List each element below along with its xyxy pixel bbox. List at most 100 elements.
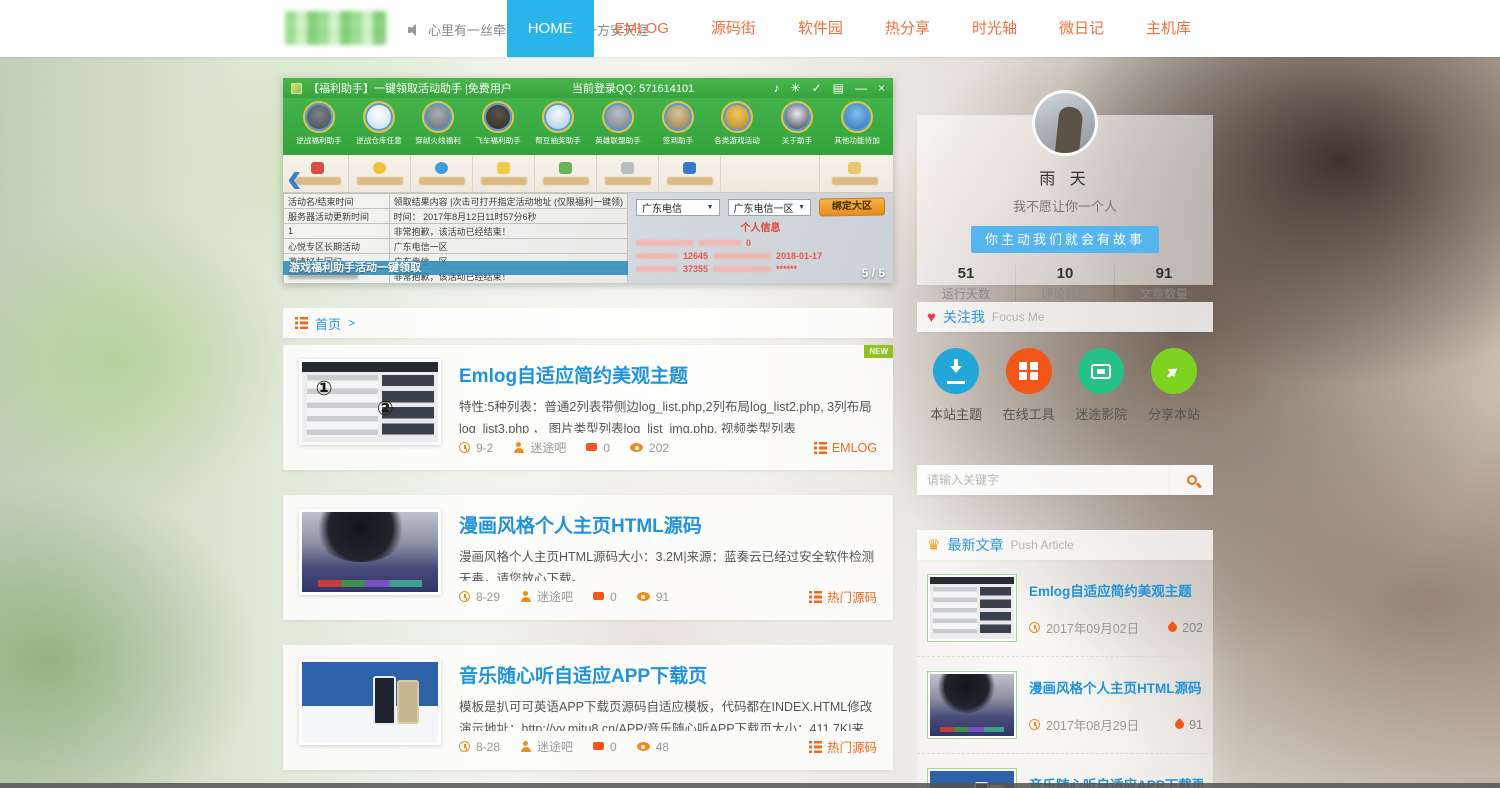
views-icon xyxy=(637,592,650,601)
contacts-icon[interactable]: ▤ xyxy=(833,79,844,97)
article-card: NEW ① ② Emlog自适应简约美观主题 特性:5种列表：普通2列表带侧边l… xyxy=(283,345,893,470)
tab-icon xyxy=(497,162,510,174)
blurred-label xyxy=(636,266,678,272)
views-icon xyxy=(637,742,650,751)
nav-item-hot-share[interactable]: 热分享 xyxy=(864,0,951,57)
nav-item-diary[interactable]: 微日记 xyxy=(1038,0,1125,57)
article-author[interactable]: 迷途吧 xyxy=(537,738,573,755)
flame-icon xyxy=(1173,718,1186,731)
app-tab-4[interactable] xyxy=(473,155,535,192)
screen-icon xyxy=(1091,364,1111,379)
article-thumbnail[interactable] xyxy=(299,509,441,595)
profile-contact-button[interactable]: 你主动我们就会有故事 xyxy=(971,226,1159,253)
article-thumbnail[interactable] xyxy=(299,659,441,745)
article-category-link[interactable]: EMLOG xyxy=(814,441,877,455)
share-site-button[interactable]: 分享本站 xyxy=(1141,348,1207,423)
blurred-label xyxy=(636,253,678,259)
nav-item-host[interactable]: 主机库 xyxy=(1125,0,1212,57)
article-author[interactable]: 迷途吧 xyxy=(530,439,566,456)
comment-count[interactable]: 0 xyxy=(610,590,617,604)
app-tab-6[interactable] xyxy=(597,155,659,192)
app-download-thumbnail-image xyxy=(302,662,438,742)
comment-count[interactable]: 0 xyxy=(610,740,617,754)
article-author[interactable]: 迷途吧 xyxy=(537,588,573,605)
feature-cf-welfare[interactable]: 穿越火线福利 xyxy=(410,101,466,155)
download-icon xyxy=(947,359,965,384)
comment-icon xyxy=(593,592,604,600)
article-date: 8-29 xyxy=(476,590,500,604)
nav-item-emlog[interactable]: EMLOG xyxy=(594,0,690,57)
avatar[interactable] xyxy=(1032,90,1098,156)
focus-icons-row: 本站主题 在线工具 迷途影院 分享本站 xyxy=(917,332,1213,423)
nav-item-home[interactable]: HOME xyxy=(507,0,594,57)
app-tab-7[interactable] xyxy=(659,155,721,192)
article-date: 8-28 xyxy=(476,740,500,754)
article-title[interactable]: 音乐随心听自适应APP下载页 xyxy=(459,661,877,688)
profile-name: 雨 天 xyxy=(917,165,1213,189)
main-nav: HOME EMLOG 源码街 软件园 热分享 时光轴 微日记 主机库 xyxy=(507,0,1212,57)
minimize-icon[interactable]: — xyxy=(855,79,867,97)
user-check-icon[interactable]: ✓ xyxy=(812,79,822,97)
tab-icon xyxy=(683,162,696,174)
app-tab-3[interactable] xyxy=(411,155,473,192)
feature-game-activities[interactable]: 各类游戏活动 xyxy=(709,101,765,155)
breadcrumb-home-link[interactable]: 首页 xyxy=(315,314,341,333)
site-theme-button[interactable]: 本站主题 xyxy=(923,348,989,423)
gear-icon[interactable]: ✳ xyxy=(791,79,801,97)
clock-icon xyxy=(459,591,470,602)
feature-about[interactable]: 关于助手 xyxy=(769,101,825,155)
bind-region-button[interactable]: 绑定大区 xyxy=(819,197,885,216)
article-title[interactable]: Emlog自适应简约美观主题 xyxy=(459,361,877,388)
nav-item-software[interactable]: 软件园 xyxy=(777,0,864,57)
app-window-title: 【福利助手】一键领取活动助手 |免费用户 xyxy=(308,80,512,96)
search-button[interactable] xyxy=(1169,465,1213,495)
latest-title[interactable]: Emlog自适应简约美观主题 xyxy=(1029,580,1203,600)
region-select[interactable]: 广东电信▼ xyxy=(636,199,720,216)
feature-more[interactable]: 其他功能待加 xyxy=(829,101,885,155)
tab-label-blurred xyxy=(481,177,527,185)
profile-motto: 我不愿让你一个人 xyxy=(917,196,1213,215)
latest-thumbnail[interactable] xyxy=(927,574,1017,642)
feature-lottery-helper[interactable]: 帮豆抽奖助手 xyxy=(530,101,586,155)
personal-info-values: 0 126452018-01-17 37355****** xyxy=(636,236,885,275)
top-header: 心里有一丝牵挂，却又个行一方安天涯 HOME EMLOG 源码街 软件园 热分享… xyxy=(0,0,1500,57)
app-tab-notes[interactable] xyxy=(819,155,889,192)
search-input[interactable] xyxy=(917,465,1169,495)
feature-lol-helper[interactable]: 英雄联盟助手 xyxy=(590,101,646,155)
nav-item-timeline[interactable]: 时光轴 xyxy=(951,0,1038,57)
latest-title[interactable]: 漫画风格个人主页HTML源码 xyxy=(1029,677,1203,697)
feature-speed-helper[interactable]: 飞车福利助手 xyxy=(470,101,526,155)
cinema-button[interactable]: 迷途影院 xyxy=(1068,348,1134,423)
tab-icon xyxy=(435,162,448,174)
app-tab-2[interactable] xyxy=(349,155,411,192)
tab-label-blurred xyxy=(832,177,878,185)
article-thumbnail[interactable]: ① ② xyxy=(299,359,441,445)
comment-count[interactable]: 0 xyxy=(603,441,610,455)
table-row: 1非常抱歉，该活动已经结束！ xyxy=(284,224,628,239)
article-card: 漫画风格个人主页HTML源码 漫画风格个人主页HTML源码大小：3.2M|来源：… xyxy=(283,495,893,620)
music-icon[interactable]: ♪ xyxy=(774,79,780,97)
blurred-label xyxy=(699,240,741,246)
latest-thumbnail[interactable] xyxy=(927,671,1017,739)
article-category-link[interactable]: 热门源码 xyxy=(809,587,877,606)
table-row: 活动名/结束时间领取结果内容 |次击可打开指定活动地址 (仅限福利一键领) xyxy=(284,194,628,209)
online-tools-button[interactable]: 在线工具 xyxy=(996,348,1062,423)
server-select[interactable]: 广东电信一区▼ xyxy=(728,199,812,216)
table-row: 服务器活动更新时间时间： 2017年8月12日11时57分6秒 xyxy=(284,209,628,224)
close-icon[interactable]: × xyxy=(878,79,885,97)
article-title[interactable]: 漫画风格个人主页HTML源码 xyxy=(459,511,877,538)
table-row: 心悦专区长期活动广东电信一区 xyxy=(284,239,628,254)
feature-nz-storage[interactable]: 逆战仓库任意 xyxy=(351,101,407,155)
list-item: Emlog自适应简约美观主题 2017年09月02日 202 xyxy=(917,560,1213,657)
slider-prev-arrow[interactable]: ‹ xyxy=(287,156,302,200)
view-count: 202 xyxy=(649,441,669,455)
feature-nz-helper[interactable]: 逆战福利助手 xyxy=(291,101,347,155)
author-icon xyxy=(520,741,531,752)
nav-item-source-street[interactable]: 源码街 xyxy=(690,0,777,57)
profile-stats: 51运行天数 10评论数量 91文章数量 xyxy=(917,265,1213,302)
app-tab-5[interactable] xyxy=(535,155,597,192)
article-category-link[interactable]: 热门源码 xyxy=(809,737,877,756)
feature-signin-helper[interactable]: 签到助手 xyxy=(650,101,706,155)
article-meta: 9-2 迷途吧 0 202 EMLOG xyxy=(459,439,877,456)
site-logo[interactable] xyxy=(285,11,387,45)
